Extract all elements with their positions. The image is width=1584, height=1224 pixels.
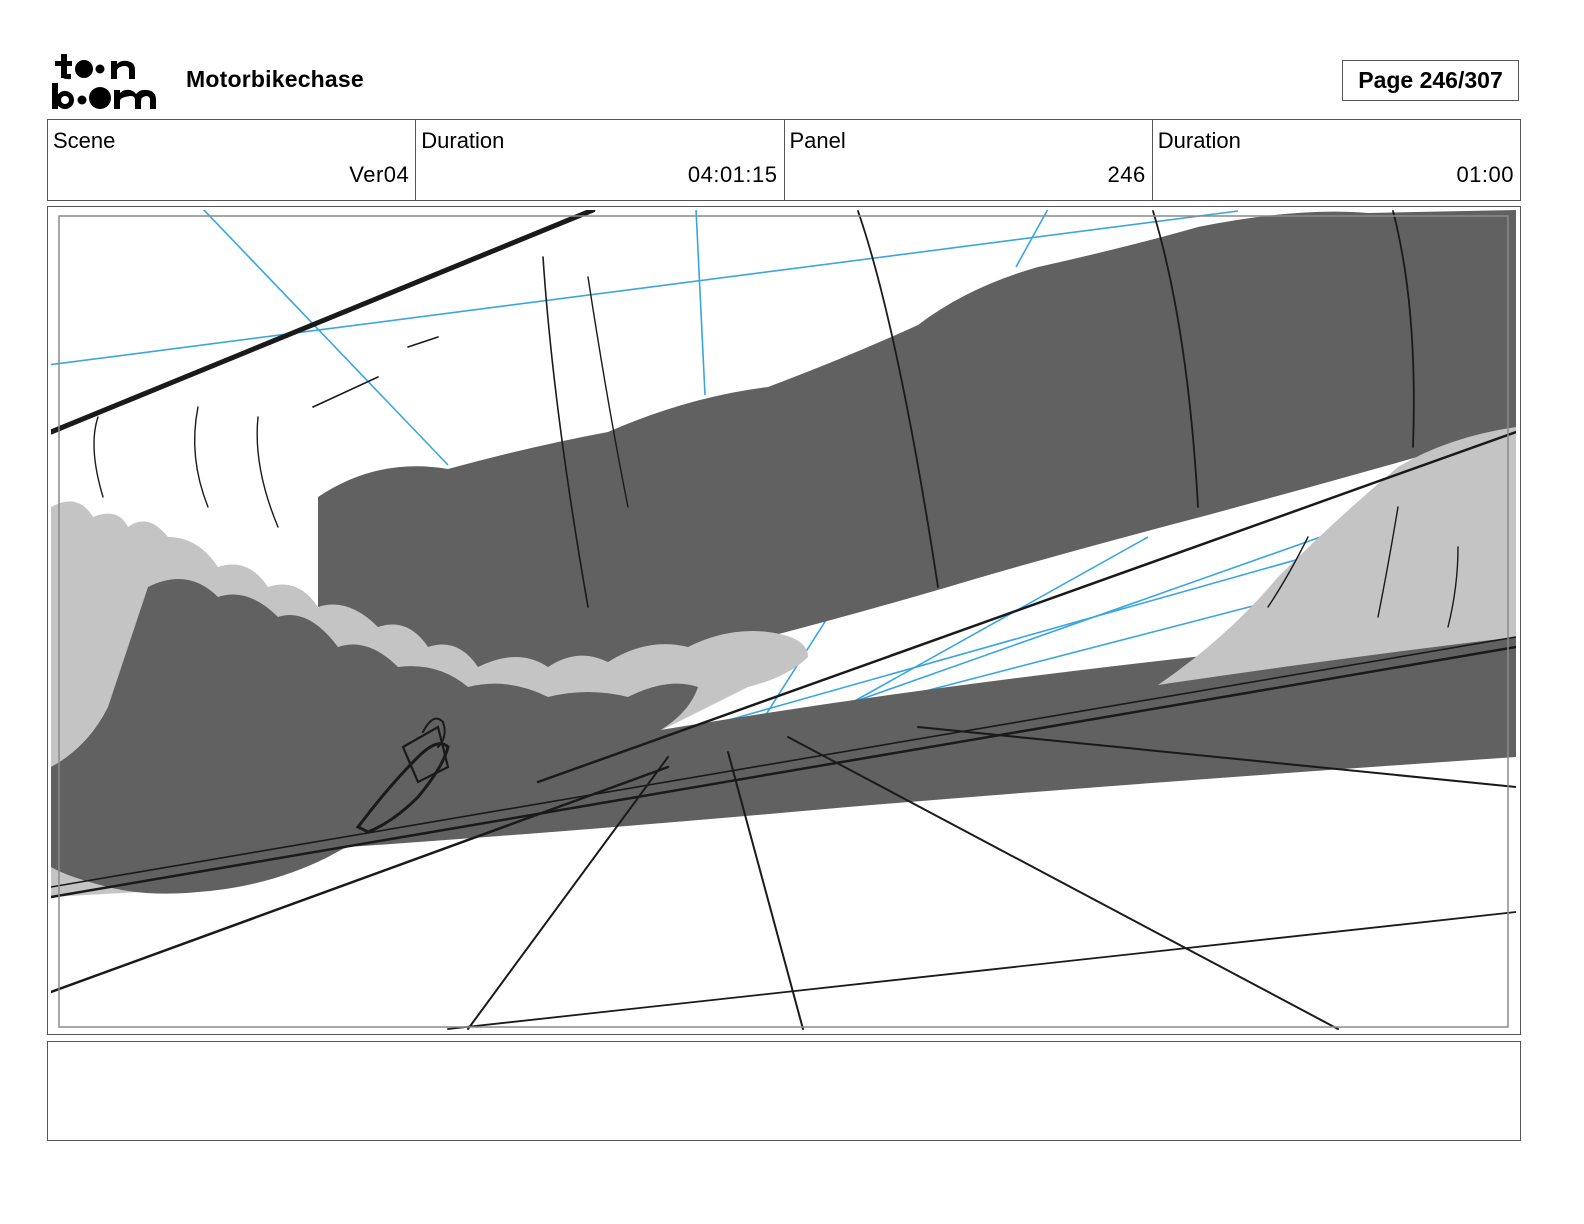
panel-notes-box — [47, 1041, 1521, 1141]
panel-label: Panel — [789, 128, 846, 153]
storyboard-panel-frame — [47, 206, 1521, 1035]
panel-duration-cell: Duration 01:00 — [1153, 120, 1520, 200]
scene-value: Ver04 — [349, 162, 410, 187]
scene-label: Scene — [53, 128, 116, 153]
scene-duration-value: 04:01:15 — [687, 162, 778, 187]
scene-cell: Scene Ver04 — [48, 120, 417, 200]
panel-info-row: Scene Ver04 Duration 04:01:15 Panel 246 … — [47, 119, 1521, 201]
scene-duration-label: Duration — [421, 128, 505, 153]
storyboard-sketch — [51, 210, 1516, 1030]
scene-duration-cell: Duration 04:01:15 — [416, 120, 785, 200]
panel-value: 246 — [1107, 162, 1146, 187]
panel-duration-label: Duration — [1157, 128, 1241, 153]
panel-duration-value: 01:00 — [1456, 162, 1514, 187]
panel-cell: Panel 246 — [785, 120, 1153, 200]
toon-boom-logo — [52, 54, 156, 109]
page-indicator: Page 246/307 — [1342, 60, 1519, 101]
project-title: Motorbikechase — [186, 66, 364, 92]
